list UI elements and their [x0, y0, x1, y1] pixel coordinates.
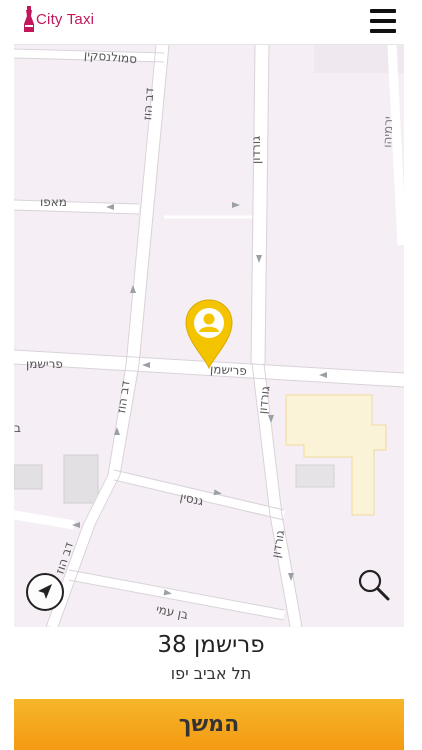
taxi-logo-icon [24, 6, 34, 32]
top-bar: City Taxi [14, 0, 404, 45]
building-gray [295, 464, 335, 488]
street-label-edge-left: ב [14, 421, 21, 435]
street-label-mapu: מאפו [40, 195, 67, 209]
street-label-dov-hoz: דב הוז [140, 87, 157, 121]
building-gray [63, 454, 99, 504]
hamburger-menu-button[interactable] [370, 9, 396, 33]
street-label-gordon: גורדון [255, 385, 273, 415]
menu-bar [370, 29, 396, 33]
map-view[interactable]: סמולנסקין דב הוז גורדון ירמיהו מאפו פריש… [14, 45, 404, 627]
menu-bar [370, 19, 396, 23]
location-pin [185, 299, 233, 370]
street-label-frishman: פרישמן [209, 362, 248, 378]
my-location-button[interactable] [26, 573, 64, 611]
logo-text: City Taxi [36, 10, 95, 28]
magnifier-icon [358, 569, 390, 601]
app-logo[interactable]: City Taxi [22, 6, 94, 32]
continue-button[interactable]: המשך [14, 699, 404, 750]
map-canvas [14, 45, 404, 627]
street-label-edge-right: ירמיהו [380, 116, 396, 148]
building-gray [14, 464, 43, 490]
continue-button-label: המשך [178, 712, 240, 737]
navigation-arrow-icon [38, 584, 52, 599]
address-city: תל אביב יפו [170, 664, 252, 683]
building-yellow [285, 394, 387, 516]
address-street: פרישמן 38 [157, 632, 265, 658]
street-label-gordon: גורדון [249, 135, 264, 165]
menu-bar [370, 9, 396, 13]
street-label-frishman-left: פרישמן [26, 357, 63, 371]
app-screen: City Taxi סמולנסקין דב הוז גורדון ירמיהו… [0, 0, 422, 750]
search-address-button[interactable] [354, 565, 394, 605]
selected-address: פרישמן 38 תל אביב יפו [0, 628, 422, 684]
